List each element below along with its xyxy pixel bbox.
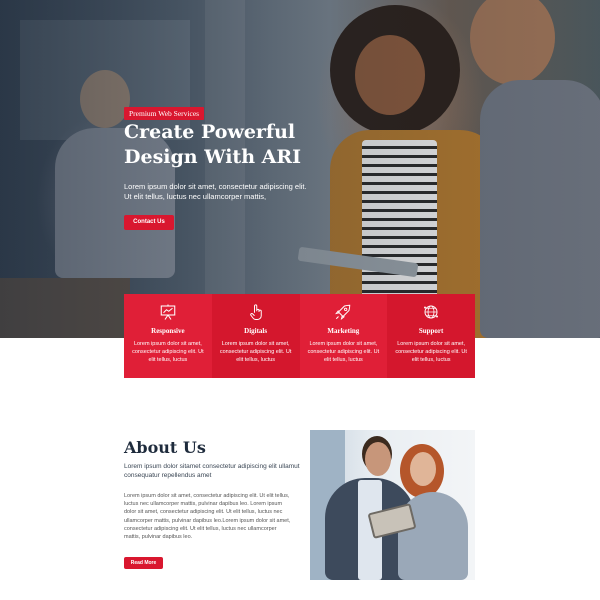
service-card-responsive[interactable]: Responsive Lorem ipsum dolor sit amet, c… [124,294,212,378]
service-card-digitals[interactable]: Digitals Lorem ipsum dolor sit amet, con… [211,294,300,378]
globe-network-icon [424,305,439,319]
rocket-icon [335,304,351,320]
about-title: About Us [124,438,206,457]
service-card-marketing[interactable]: Marketing Lorem ipsum dolor sit amet, co… [299,294,388,378]
service-title: Responsive [151,327,185,335]
photo-man-face [365,442,391,476]
hero-description: Lorem ipsum dolor sit amet, consectetur … [124,182,307,201]
service-title: Marketing [327,327,360,335]
service-text: Lorem ipsum dolor sit amet, consectetur … [219,341,292,363]
service-text: Lorem ipsum dolor sit amet, consectetur … [307,341,380,363]
hero-title: Create Powerful Design With ARI [124,121,302,168]
read-more-button[interactable]: Read More [124,557,163,569]
service-title: Support [418,327,444,335]
about-body: Lorem ipsum dolor sit amet, consectetur … [124,493,291,541]
hero-badge: Premium Web Services [124,107,205,120]
service-title: Digitals [244,327,268,335]
services-strip: Responsive Lorem ipsum dolor sit amet, c… [124,294,475,378]
contact-us-button[interactable]: Contact Us [124,215,174,230]
hand-pointer-icon [249,304,262,320]
service-card-support[interactable]: Support Lorem ipsum dolor sit amet, cons… [387,294,475,378]
presentation-board-icon [160,304,176,320]
about-subtitle: Lorem ipsum dolor sitamet consectetur ad… [124,463,300,479]
hero-section: Premium Web Services Create Powerful Des… [0,0,600,338]
about-photo [310,430,475,580]
service-text: Lorem ipsum dolor sit amet, consectetur … [395,341,467,363]
photo-woman-face [410,452,436,486]
service-text: Lorem ipsum dolor sit amet, consectetur … [132,341,204,363]
